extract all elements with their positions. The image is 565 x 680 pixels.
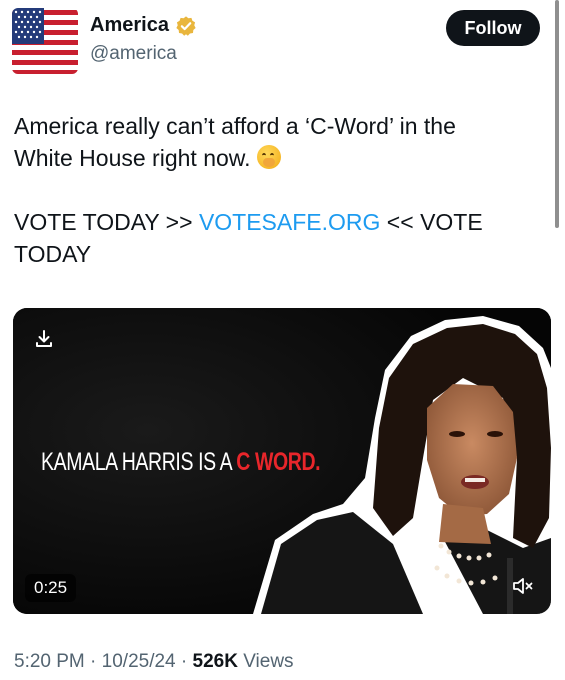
tweet-line-3-prefix: VOTE TODAY >> (14, 209, 199, 235)
avatar[interactable] (12, 8, 78, 74)
tweet-line-1: America really can’t afford a ‘C-Word’ i… (14, 113, 456, 139)
meta-separator: · (84, 651, 102, 672)
tweet-line-2: White House right now. (14, 142, 534, 174)
tweet-meta: 5:20 PM · 10/25/24 · 526K Views (14, 651, 294, 673)
views-label: Views (237, 651, 294, 672)
tweet-line-2-text: White House right now. (14, 145, 251, 171)
tweet-page: America @america Follow America really c… (0, 0, 565, 680)
download-button[interactable] (31, 326, 57, 352)
video-player[interactable]: KAMALA HARRIS IS A C WORD. 0:25 (13, 308, 551, 614)
speaker-muted-icon (513, 578, 533, 594)
video-duration-badge: 0:25 (25, 574, 77, 602)
votesafe-link[interactable]: VOTESAFE.ORG (199, 209, 380, 235)
video-headline-text: KAMALA HARRIS IS A (41, 448, 237, 476)
follow-button[interactable]: Follow (446, 10, 540, 46)
scrollbar[interactable] (555, 0, 559, 228)
download-icon (36, 330, 52, 347)
tweet-line-4: TODAY (14, 241, 92, 267)
us-flag-icon (12, 8, 78, 74)
gold-verified-badge-icon (176, 15, 196, 36)
tweet-date[interactable]: 10/25/24 (102, 651, 176, 672)
tweet-line-3-suffix: << VOTE (380, 209, 483, 235)
mute-button[interactable] (511, 574, 535, 598)
tweet-line-3: VOTE TODAY >> VOTESAFE.ORG << VOTE (14, 206, 534, 238)
video-headline: KAMALA HARRIS IS A C WORD. (41, 448, 321, 477)
face-with-hand-over-mouth-emoji-icon (256, 145, 281, 169)
tweet-text: America really can’t afford a ‘C-Word’ i… (14, 110, 534, 270)
author-name-row[interactable]: America (90, 14, 197, 37)
author-display-name[interactable]: America (90, 14, 169, 37)
meta-separator-2: · (175, 651, 193, 672)
tweet-time[interactable]: 5:20 PM (14, 651, 85, 672)
views-count[interactable]: 526K (193, 651, 238, 672)
video-headline-highlight: C WORD. (236, 448, 321, 476)
author-handle[interactable]: @america (90, 43, 177, 65)
